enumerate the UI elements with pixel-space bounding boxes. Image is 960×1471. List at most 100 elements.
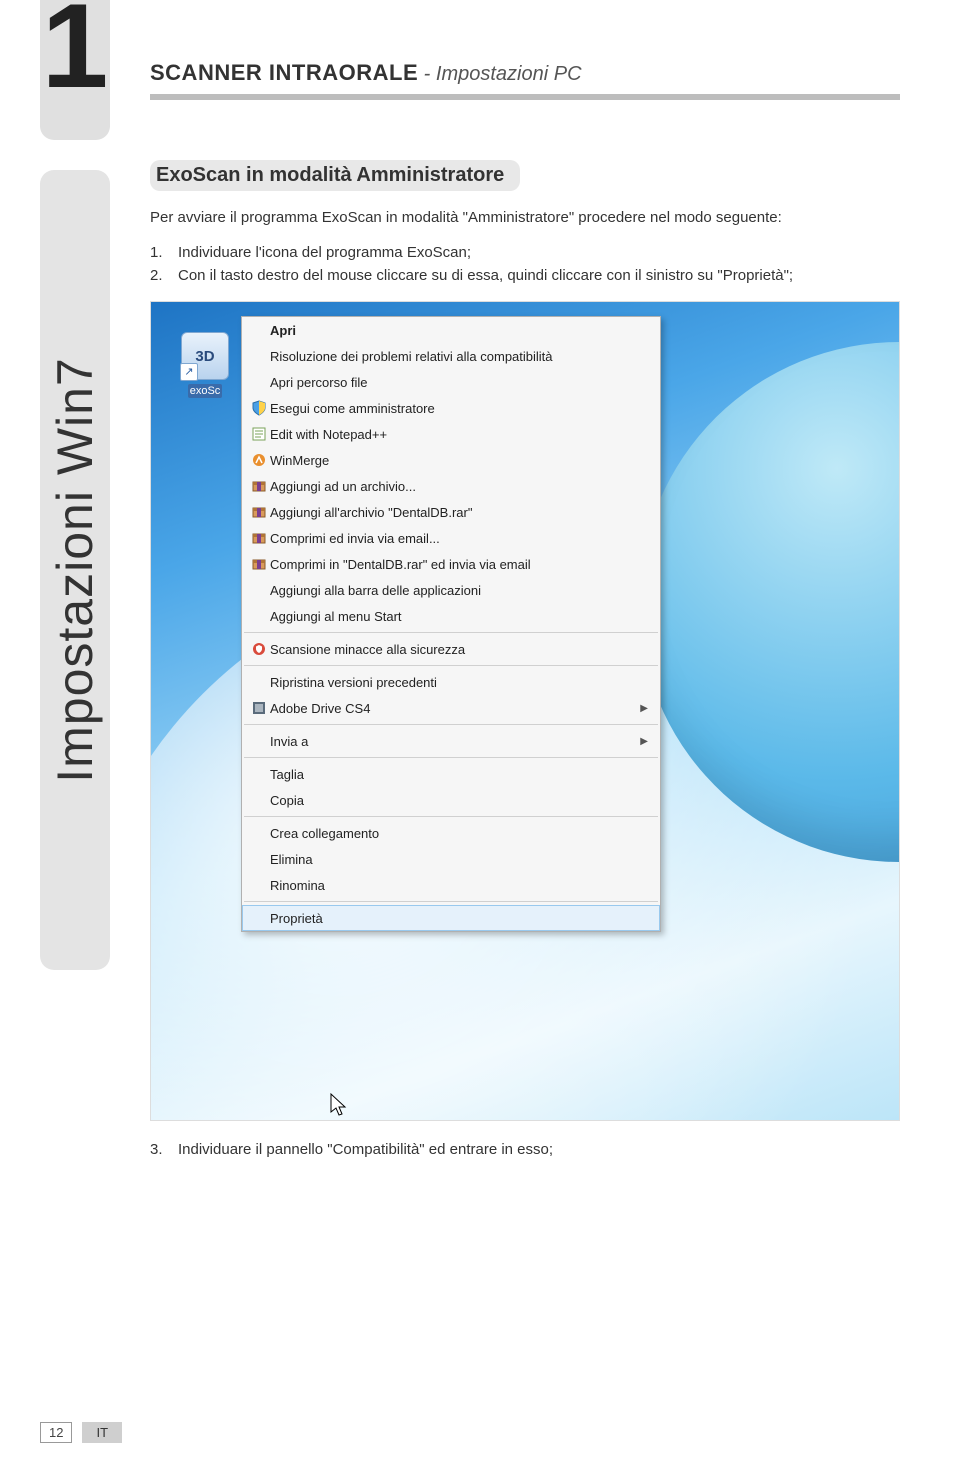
redshield-icon <box>248 640 270 658</box>
step-item: 3. Individuare il pannello "Compatibilit… <box>150 1141 900 1158</box>
step-item: 2. Con il tasto destro del mouse cliccar… <box>150 265 900 288</box>
menu-icon-blank <box>248 673 270 691</box>
note-icon <box>248 425 270 443</box>
menu-icon-blank <box>248 909 270 927</box>
menu-icon-blank <box>248 607 270 625</box>
submenu-arrow-icon: ▶ <box>640 736 648 747</box>
menu-item-admin[interactable]: Esegui come amministratore <box>242 395 660 421</box>
header-rule <box>150 94 900 100</box>
menu-item-startmenu[interactable]: Aggiungi al menu Start <box>242 603 660 629</box>
menu-item-label: Esegui come amministratore <box>270 401 648 416</box>
submenu-arrow-icon: ▶ <box>640 703 648 714</box>
menu-item-label: Comprimi in "DentalDB.rar" ed invia via … <box>270 557 648 572</box>
menu-item-comprarmail[interactable]: Comprimi in "DentalDB.rar" ed invia via … <box>242 551 660 577</box>
step-text: Con il tasto destro del mouse cliccare s… <box>178 265 793 288</box>
menu-item-label: Taglia <box>270 767 648 782</box>
content: ExoScan in modalità Amministratore Per a… <box>150 160 900 1121</box>
step-item: 1. Individuare l'icona del programma Exo… <box>150 242 900 265</box>
menu-item-label: Apri <box>270 323 648 338</box>
menu-icon-blank <box>248 321 270 339</box>
desktop-icon-label: exoSc <box>188 384 223 398</box>
step-text: Individuare il pannello "Compatibilità" … <box>178 1141 553 1158</box>
menu-icon-blank <box>248 347 270 365</box>
chapter-number-box: 1 <box>40 0 110 140</box>
context-menu[interactable]: Apri Risoluzione dei problemi relativi al… <box>241 316 661 932</box>
desktop-icon-exoscan[interactable]: 3D ↗ exoSc <box>175 332 235 399</box>
rar-icon <box>248 529 270 547</box>
menu-item-rename[interactable]: Rinomina <box>242 872 660 898</box>
desktop-icon-logo: 3D <box>195 348 214 365</box>
menu-item-copy[interactable]: Copia <box>242 787 660 813</box>
menu-item-label: Rinomina <box>270 878 648 893</box>
step-number: 3. <box>150 1141 178 1158</box>
header-sep: - <box>418 63 436 85</box>
menu-separator <box>244 901 658 902</box>
menu-item-taskbar[interactable]: Aggiungi alla barra delle applicazioni <box>242 577 660 603</box>
menu-item-scan[interactable]: Scansione minacce alla sicurezza <box>242 636 660 662</box>
chapter-number: 1 <box>42 0 109 106</box>
menu-item-props[interactable]: Proprietà <box>242 905 660 931</box>
desktop-icon-image: 3D ↗ <box>181 332 229 380</box>
menu-item-shortcut[interactable]: Crea collegamento <box>242 820 660 846</box>
side-tab-label: Impostazioni Win7 <box>46 357 104 783</box>
menu-item-label: Copia <box>270 793 648 808</box>
language-code: IT <box>82 1422 122 1443</box>
menu-item-label: Comprimi ed invia via email... <box>270 531 648 546</box>
rar-icon <box>248 555 270 573</box>
adobe-icon <box>248 699 270 717</box>
menu-separator <box>244 816 658 817</box>
section-subheading: ExoScan in modalità Amministratore <box>150 160 520 191</box>
menu-item-notepad[interactable]: Edit with Notepad++ <box>242 421 660 447</box>
menu-separator <box>244 724 658 725</box>
menu-icon-blank <box>248 791 270 809</box>
menu-icon-blank <box>248 373 270 391</box>
header-title: SCANNER INTRAORALE <box>150 60 418 85</box>
menu-separator <box>244 632 658 633</box>
screenshot-win7-desktop: 3D ↗ exoSc Apri Risoluzione dei problemi … <box>150 301 900 1121</box>
steps-list: 1. Individuare l'icona del programma Exo… <box>150 242 900 287</box>
menu-icon-blank <box>248 581 270 599</box>
menu-item-addarch[interactable]: Aggiungi ad un archivio... <box>242 473 660 499</box>
menu-icon-blank <box>248 850 270 868</box>
menu-item-apri[interactable]: Apri <box>242 317 660 343</box>
menu-item-openloc[interactable]: Apri percorso file <box>242 369 660 395</box>
menu-icon-blank <box>248 824 270 842</box>
winmerge-icon <box>248 451 270 469</box>
menu-item-label: WinMerge <box>270 453 648 468</box>
menu-item-compmail[interactable]: Comprimi ed invia via email... <box>242 525 660 551</box>
menu-separator <box>244 757 658 758</box>
menu-icon-blank <box>248 732 270 750</box>
menu-item-restore[interactable]: Ripristina versioni precedenti <box>242 669 660 695</box>
rar-icon <box>248 477 270 495</box>
menu-item-label: Ripristina versioni precedenti <box>270 675 648 690</box>
page-number: 12 <box>40 1422 72 1443</box>
page-footer: 12 IT <box>40 1422 122 1443</box>
side-tab: Impostazioni Win7 <box>40 170 110 970</box>
menu-item-sendto[interactable]: Invia a ▶ <box>242 728 660 754</box>
menu-item-delete[interactable]: Elimina <box>242 846 660 872</box>
intro-paragraph: Per avviare il programma ExoScan in moda… <box>150 207 900 228</box>
menu-item-addrar[interactable]: Aggiungi all'archivio "DentalDB.rar" <box>242 499 660 525</box>
menu-item-compat[interactable]: Risoluzione dei problemi relativi alla c… <box>242 343 660 369</box>
menu-item-label: Aggiungi all'archivio "DentalDB.rar" <box>270 505 648 520</box>
step-text: Individuare l'icona del programma ExoSca… <box>178 242 471 265</box>
menu-separator <box>244 665 658 666</box>
shortcut-arrow-icon: ↗ <box>180 363 198 381</box>
rar-icon <box>248 503 270 521</box>
step-number: 1. <box>150 242 178 265</box>
menu-item-label: Adobe Drive CS4 <box>270 701 634 716</box>
menu-item-label: Aggiungi al menu Start <box>270 609 648 624</box>
menu-item-cut[interactable]: Taglia <box>242 761 660 787</box>
menu-item-label: Apri percorso file <box>270 375 648 390</box>
menu-item-label: Aggiungi ad un archivio... <box>270 479 648 494</box>
menu-item-label: Scansione minacce alla sicurezza <box>270 642 648 657</box>
step-number: 2. <box>150 265 178 288</box>
menu-item-winmerge[interactable]: WinMerge <box>242 447 660 473</box>
after-screenshot-step: 3. Individuare il pannello "Compatibilit… <box>150 1141 900 1158</box>
menu-item-adobe[interactable]: Adobe Drive CS4 ▶ <box>242 695 660 721</box>
header-subtitle: Impostazioni PC <box>436 63 582 85</box>
menu-item-label: Invia a <box>270 734 634 749</box>
menu-item-label: Edit with Notepad++ <box>270 427 648 442</box>
menu-icon-blank <box>248 765 270 783</box>
menu-icon-blank <box>248 876 270 894</box>
